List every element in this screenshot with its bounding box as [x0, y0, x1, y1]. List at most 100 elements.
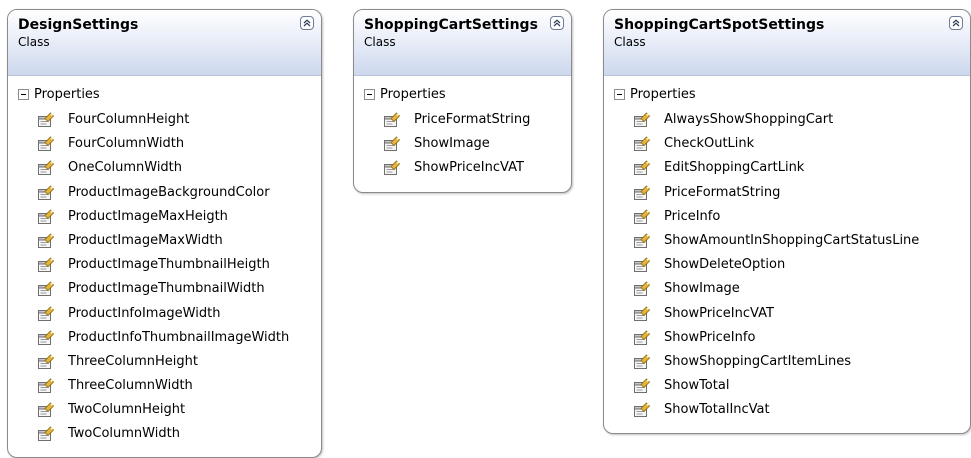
- property-icon: [37, 280, 55, 298]
- class-kind: Class: [18, 35, 50, 49]
- property-icon: [37, 184, 55, 202]
- property-name: ShowPriceIncVAT: [414, 160, 524, 176]
- property-item[interactable]: OneColumnWidth: [8, 156, 321, 180]
- property-item[interactable]: PriceFormatString: [604, 181, 970, 205]
- collapse-chevrons-icon[interactable]: [300, 16, 314, 30]
- property-item[interactable]: PriceInfo: [604, 205, 970, 229]
- property-item[interactable]: ProductImageMaxHeigth: [8, 205, 321, 229]
- property-name: PriceFormatString: [414, 112, 531, 127]
- property-item[interactable]: FourColumnWidth: [8, 132, 321, 156]
- property-item[interactable]: ShowPriceIncVAT: [604, 302, 970, 326]
- property-icon: [37, 353, 55, 371]
- property-item[interactable]: CheckOutLink: [604, 132, 970, 156]
- property-icon: [633, 353, 651, 371]
- class-shape-shoppingcartspotsettings[interactable]: ShoppingCartSpotSettings Class Propertie…: [603, 9, 971, 434]
- property-item[interactable]: ThreeColumnWidth: [8, 374, 321, 398]
- property-icon: [37, 305, 55, 323]
- property-name: ShowPriceIncVAT: [664, 305, 774, 321]
- property-item[interactable]: ShowDeleteOption: [604, 253, 970, 277]
- property-name: ProductImageMaxHeigth: [68, 208, 228, 224]
- properties-section-header[interactable]: Properties: [604, 84, 970, 106]
- property-name: ThreeColumnHeight: [68, 353, 198, 369]
- property-icon: [383, 159, 401, 177]
- property-icon: [633, 135, 651, 153]
- property-list: FourColumnHeight FourColumnWidth OneColu…: [8, 108, 321, 447]
- property-icon: [633, 401, 651, 419]
- property-item[interactable]: ProductImageBackgroundColor: [8, 181, 321, 205]
- property-icon: [383, 111, 401, 129]
- property-icon: [37, 401, 55, 419]
- property-name: OneColumnWidth: [68, 160, 183, 176]
- class-kind: Class: [364, 35, 396, 49]
- property-icon: [633, 305, 651, 323]
- property-icon: [633, 377, 651, 395]
- class-header[interactable]: ShoppingCartSpotSettings Class: [604, 10, 970, 76]
- section-label: Properties: [34, 87, 100, 102]
- property-item[interactable]: ProductImageThumbnailHeigth: [8, 253, 321, 277]
- class-name: ShoppingCartSpotSettings: [614, 17, 825, 33]
- property-name: FourColumnHeight: [68, 112, 190, 127]
- property-name: TwoColumnHeight: [68, 402, 186, 418]
- property-item[interactable]: ProductInfoThumbnailImageWidth: [8, 326, 321, 350]
- property-name: ProductImageThumbnailWidth: [68, 281, 265, 297]
- property-item[interactable]: ProductImageMaxWidth: [8, 229, 321, 253]
- property-icon: [633, 184, 651, 202]
- class-shape-designsettings[interactable]: DesignSettings Class Properties FourColu…: [7, 9, 322, 458]
- class-header[interactable]: DesignSettings Class: [8, 10, 321, 76]
- class-shape-shoppingcartsettings[interactable]: ShoppingCartSettings Class Properties Pr…: [353, 9, 572, 193]
- property-icon: [37, 256, 55, 274]
- class-header[interactable]: ShoppingCartSettings Class: [354, 10, 571, 76]
- property-item[interactable]: ShowPriceIncVAT: [354, 156, 571, 180]
- property-item[interactable]: ShowPriceInfo: [604, 326, 970, 350]
- collapse-chevrons-icon[interactable]: [550, 16, 564, 30]
- property-name: ShowImage: [414, 136, 490, 152]
- property-name: ShowPriceInfo: [664, 329, 756, 345]
- property-item[interactable]: ShowImage: [354, 132, 571, 156]
- property-item[interactable]: ProductImageThumbnailWidth: [8, 277, 321, 301]
- property-item[interactable]: EditShoppingCartLink: [604, 156, 970, 180]
- property-name: FourColumnWidth: [68, 136, 185, 152]
- property-icon: [37, 208, 55, 226]
- property-item[interactable]: AlwaysShowShoppingCart: [604, 108, 970, 132]
- property-item[interactable]: ShowImage: [604, 277, 970, 301]
- property-item[interactable]: ShowAmountInShoppingCartStatusLine: [604, 229, 970, 253]
- property-icon: [37, 425, 55, 443]
- property-icon: [633, 256, 651, 274]
- property-item[interactable]: ProductInfoImageWidth: [8, 302, 321, 326]
- property-item[interactable]: TwoColumnHeight: [8, 398, 321, 422]
- property-item[interactable]: PriceFormatString: [354, 108, 571, 132]
- property-name: ProductImageThumbnailHeigth: [68, 257, 270, 273]
- property-name: ThreeColumnWidth: [68, 378, 193, 394]
- property-list: AlwaysShowShoppingCart CheckOutLink Edit…: [604, 108, 970, 422]
- property-name: ShowImage: [664, 281, 740, 297]
- property-icon: [37, 377, 55, 395]
- property-item[interactable]: ShowShoppingCartItemLines: [604, 350, 970, 374]
- property-item[interactable]: ShowTotalIncVat: [604, 398, 970, 422]
- minus-expander-icon[interactable]: [614, 89, 625, 100]
- minus-expander-icon[interactable]: [364, 89, 375, 100]
- property-name: AlwaysShowShoppingCart: [664, 112, 834, 127]
- property-icon: [633, 232, 651, 250]
- property-name: TwoColumnWidth: [68, 426, 180, 442]
- property-icon: [37, 135, 55, 153]
- properties-section-header[interactable]: Properties: [8, 84, 321, 106]
- property-icon: [37, 232, 55, 250]
- property-list: PriceFormatString ShowImage ShowPriceInc…: [354, 108, 571, 181]
- property-name: ProductInfoImageWidth: [68, 305, 221, 321]
- properties-section-header[interactable]: Properties: [354, 84, 571, 106]
- class-name: DesignSettings: [18, 17, 139, 33]
- collapse-chevrons-icon[interactable]: [949, 16, 963, 30]
- property-item[interactable]: ThreeColumnHeight: [8, 350, 321, 374]
- property-icon: [633, 329, 651, 347]
- property-item[interactable]: TwoColumnWidth: [8, 422, 321, 446]
- property-name: ProductInfoThumbnailImageWidth: [68, 329, 290, 345]
- property-name: PriceInfo: [664, 208, 721, 224]
- property-item[interactable]: FourColumnHeight: [8, 108, 321, 132]
- class-kind: Class: [614, 35, 646, 49]
- minus-expander-icon[interactable]: [18, 89, 29, 100]
- property-name: ShowTotalIncVat: [664, 402, 770, 418]
- section-label: Properties: [380, 87, 446, 102]
- property-item[interactable]: ShowTotal: [604, 374, 970, 398]
- section-label: Properties: [630, 87, 696, 102]
- property-name: ProductImageBackgroundColor: [68, 184, 270, 200]
